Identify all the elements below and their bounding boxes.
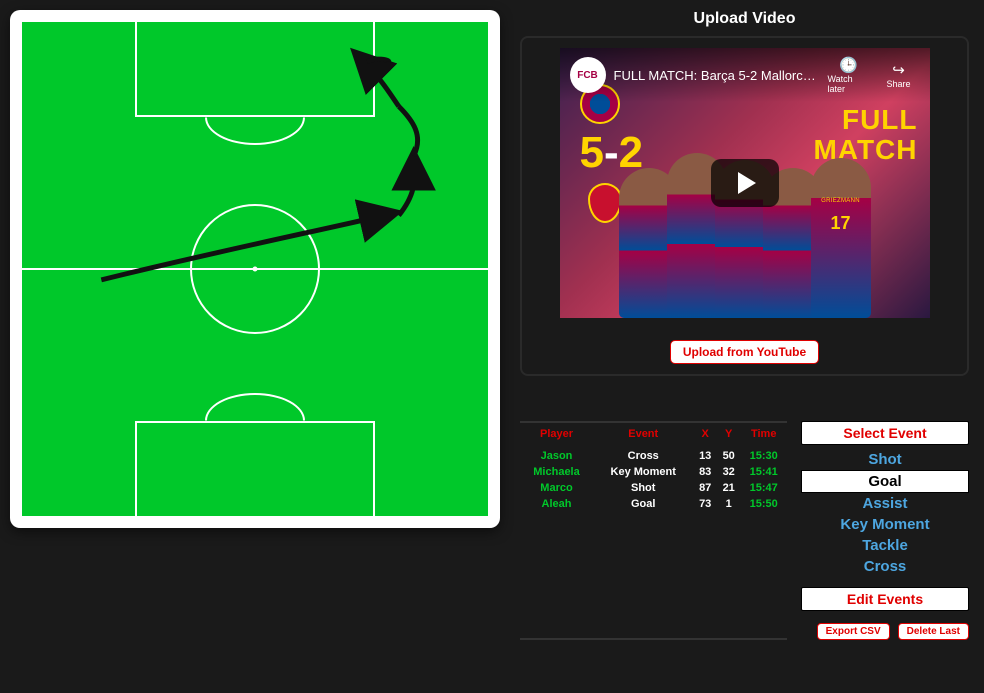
event-option-assist[interactable]: Assist: [801, 493, 969, 514]
cell-y: 50: [717, 448, 741, 464]
cell-event: Key Moment: [593, 464, 693, 480]
table-row[interactable]: AleahGoal73115:50: [520, 496, 787, 512]
delete-last-button[interactable]: Delete Last: [898, 623, 969, 640]
share-button[interactable]: ↪ Share: [878, 61, 920, 89]
cell-y: 32: [717, 464, 741, 480]
soccer-pitch[interactable]: [20, 20, 490, 518]
cell-player: Jason: [520, 448, 593, 464]
select-event-header: Select Event: [801, 421, 969, 445]
cell-y: 21: [717, 480, 741, 496]
cell-time: 15:30: [740, 448, 787, 464]
cell-event: Shot: [593, 480, 693, 496]
cell-x: 83: [693, 464, 717, 480]
event-option-goal[interactable]: Goal: [801, 470, 969, 493]
table-row[interactable]: MichaelaKey Moment833215:41: [520, 464, 787, 480]
edit-events-header: Edit Events: [801, 587, 969, 611]
cell-player: Marco: [520, 480, 593, 496]
event-option-cross[interactable]: Cross: [801, 556, 969, 577]
table-row[interactable]: MarcoShot872115:47: [520, 480, 787, 496]
cell-x: 13: [693, 448, 717, 464]
cell-event: Goal: [593, 496, 693, 512]
channel-avatar: FCB: [570, 57, 606, 93]
event-option-tackle[interactable]: Tackle: [801, 535, 969, 556]
col-y: Y: [717, 423, 741, 448]
upload-title: Upload Video: [520, 10, 969, 28]
cell-time: 15:50: [740, 496, 787, 512]
video-title: FULL MATCH: Barça 5-2 Mallorca (...: [614, 68, 820, 83]
event-option-shot[interactable]: Shot: [801, 449, 969, 470]
watch-later-button[interactable]: 🕒 Watch later: [828, 56, 870, 94]
score-overlay: 5-2: [580, 128, 644, 178]
event-option-key-moment[interactable]: Key Moment: [801, 514, 969, 535]
cell-x: 87: [693, 480, 717, 496]
cell-player: Michaela: [520, 464, 593, 480]
cell-x: 73: [693, 496, 717, 512]
upload-youtube-button[interactable]: Upload from YouTube: [670, 340, 819, 364]
pitch-card: [10, 10, 500, 528]
col-event: Event: [593, 423, 693, 448]
cell-event: Cross: [593, 448, 693, 464]
export-csv-button[interactable]: Export CSV: [817, 623, 890, 640]
cell-time: 15:41: [740, 464, 787, 480]
col-player: Player: [520, 423, 593, 448]
cell-time: 15:47: [740, 480, 787, 496]
overlay-text-full: FULL: [842, 104, 918, 136]
play-button[interactable]: [711, 159, 779, 207]
col-time: Time: [740, 423, 787, 448]
table-row[interactable]: JasonCross135015:30: [520, 448, 787, 464]
video-box: FCB FULL MATCH: Barça 5-2 Mallorca (... …: [520, 36, 969, 376]
events-table: Player Event X Y Time JasonCross135015:3…: [520, 421, 787, 640]
share-icon: ↪: [890, 61, 908, 79]
col-x: X: [693, 423, 717, 448]
cell-y: 1: [717, 496, 741, 512]
clock-icon: 🕒: [840, 56, 858, 74]
video-thumbnail[interactable]: FCB FULL MATCH: Barça 5-2 Mallorca (... …: [560, 48, 930, 318]
cell-player: Aleah: [520, 496, 593, 512]
